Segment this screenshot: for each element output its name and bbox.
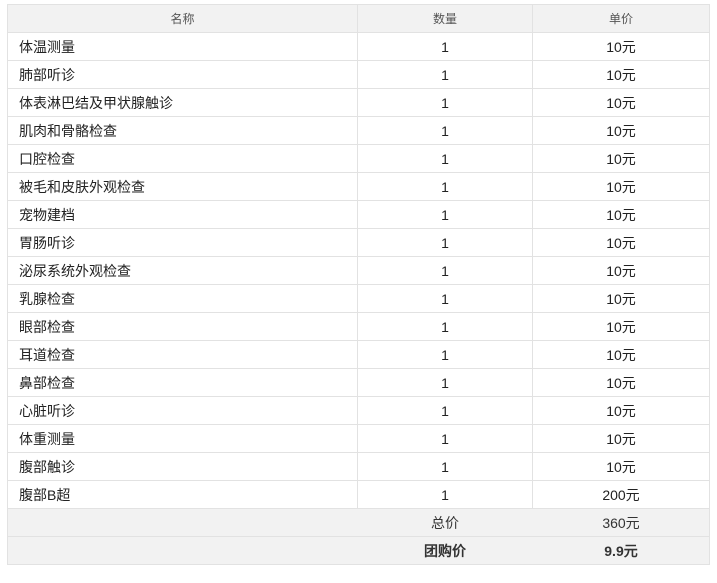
- item-price: 10元: [532, 312, 710, 341]
- total-value: 360元: [532, 508, 710, 537]
- total-label: 总价: [357, 508, 533, 537]
- item-name: 宠物建档: [7, 200, 358, 229]
- item-quantity: 1: [357, 116, 533, 145]
- item-price: 10元: [532, 88, 710, 117]
- item-quantity: 1: [357, 256, 533, 285]
- item-price: 10元: [532, 116, 710, 145]
- item-quantity: 1: [357, 452, 533, 481]
- item-quantity: 1: [357, 396, 533, 425]
- item-quantity: 1: [357, 144, 533, 173]
- group-price-row: 团购价 9.9元: [7, 536, 710, 565]
- table-row: 宠物建档 1 10元: [7, 200, 710, 229]
- item-quantity: 1: [357, 424, 533, 453]
- table-row: 鼻部检查 1 10元: [7, 368, 710, 397]
- table-row: 胃肠听诊 1 10元: [7, 228, 710, 257]
- item-price: 10元: [532, 368, 710, 397]
- group-price-label: 团购价: [357, 536, 533, 565]
- item-quantity: 1: [357, 32, 533, 61]
- header-quantity: 数量: [357, 4, 533, 33]
- item-quantity: 1: [357, 284, 533, 313]
- item-price: 10元: [532, 340, 710, 369]
- table-row: 腹部B超 1 200元: [7, 480, 710, 509]
- table-footer: 总价 360元 团购价 9.9元: [7, 508, 710, 565]
- table-row: 耳道检查 1 10元: [7, 340, 710, 369]
- table-row: 口腔检查 1 10元: [7, 144, 710, 173]
- item-name: 心脏听诊: [7, 396, 358, 425]
- header-row: 名称 数量 单价: [7, 4, 710, 33]
- table-row: 体重测量 1 10元: [7, 424, 710, 453]
- item-quantity: 1: [357, 312, 533, 341]
- group-price-value: 9.9元: [532, 536, 710, 565]
- table-row: 眼部检查 1 10元: [7, 312, 710, 341]
- item-name: 腹部B超: [7, 480, 358, 509]
- item-quantity: 1: [357, 480, 533, 509]
- item-price: 10元: [532, 452, 710, 481]
- item-price: 10元: [532, 200, 710, 229]
- header-name: 名称: [7, 4, 358, 33]
- table-row: 泌尿系统外观检查 1 10元: [7, 256, 710, 285]
- item-price: 10元: [532, 172, 710, 201]
- total-row: 总价 360元: [7, 508, 710, 537]
- item-name: 耳道检查: [7, 340, 358, 369]
- item-price: 10元: [532, 396, 710, 425]
- item-price: 200元: [532, 480, 710, 509]
- table-row: 体温测量 1 10元: [7, 32, 710, 61]
- total-spacer: [7, 508, 358, 537]
- item-price: 10元: [532, 144, 710, 173]
- item-price: 10元: [532, 424, 710, 453]
- table-body: 体温测量 1 10元 肺部听诊 1 10元 体表淋巴结及甲状腺触诊 1 10元 肌肉和骨骼检查 1 1…: [7, 32, 710, 509]
- item-quantity: 1: [357, 172, 533, 201]
- item-name: 体温测量: [7, 32, 358, 61]
- table-row: 乳腺检查 1 10元: [7, 284, 710, 313]
- table-header: 名称 数量 单价: [7, 4, 710, 33]
- table-row: 腹部触诊 1 10元: [7, 452, 710, 481]
- item-name: 被毛和皮肤外观检查: [7, 172, 358, 201]
- item-name: 肺部听诊: [7, 60, 358, 89]
- table-row: 肺部听诊 1 10元: [7, 60, 710, 89]
- item-quantity: 1: [357, 88, 533, 117]
- item-name: 体表淋巴结及甲状腺触诊: [7, 88, 358, 117]
- item-quantity: 1: [357, 60, 533, 89]
- item-name: 鼻部检查: [7, 368, 358, 397]
- item-quantity: 1: [357, 200, 533, 229]
- item-name: 眼部检查: [7, 312, 358, 341]
- table-row: 肌肉和骨骼检查 1 10元: [7, 116, 710, 145]
- item-name: 胃肠听诊: [7, 228, 358, 257]
- item-name: 口腔检查: [7, 144, 358, 173]
- item-price: 10元: [532, 32, 710, 61]
- item-name: 体重测量: [7, 424, 358, 453]
- header-unit-price: 单价: [532, 4, 710, 33]
- item-quantity: 1: [357, 368, 533, 397]
- item-quantity: 1: [357, 228, 533, 257]
- item-price: 10元: [532, 60, 710, 89]
- item-name: 乳腺检查: [7, 284, 358, 313]
- item-name: 肌肉和骨骼检查: [7, 116, 358, 145]
- item-name: 泌尿系统外观检查: [7, 256, 358, 285]
- table-row: 体表淋巴结及甲状腺触诊 1 10元: [7, 88, 710, 117]
- group-price-spacer: [7, 536, 358, 565]
- item-quantity: 1: [357, 340, 533, 369]
- item-price: 10元: [532, 256, 710, 285]
- table-row: 心脏听诊 1 10元: [7, 396, 710, 425]
- price-table: 名称 数量 单价 体温测量 1 10元 肺部听诊 1 10元 体表淋巴结及甲状腺触诊 1 10元…: [7, 4, 710, 565]
- item-price: 10元: [532, 284, 710, 313]
- table-row: 被毛和皮肤外观检查 1 10元: [7, 172, 710, 201]
- item-price: 10元: [532, 228, 710, 257]
- item-name: 腹部触诊: [7, 452, 358, 481]
